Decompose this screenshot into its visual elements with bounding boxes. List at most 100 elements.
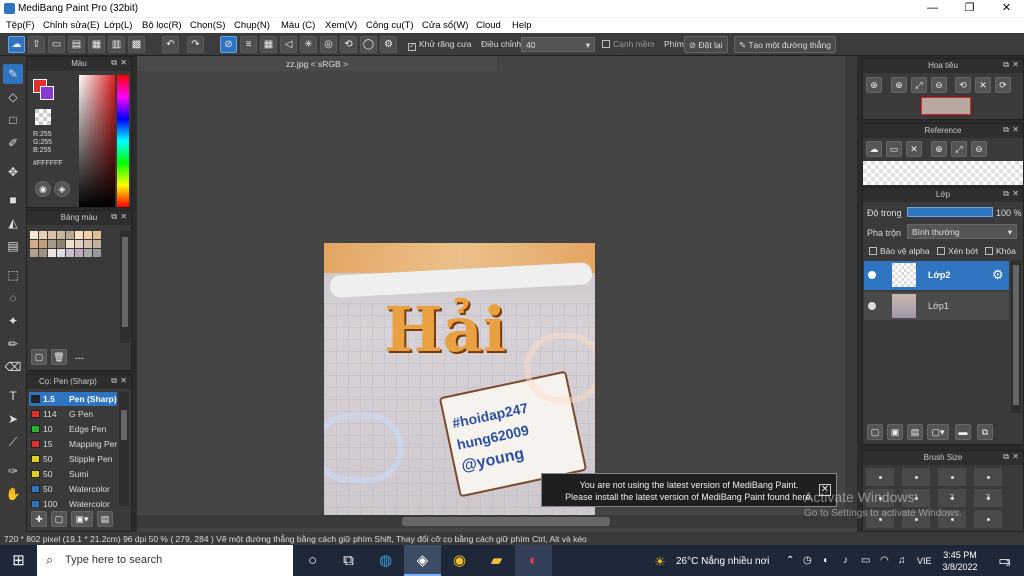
new-layer-icon[interactable]: ▢ — [867, 424, 883, 440]
language-indicator[interactable]: VIE — [917, 556, 932, 566]
notification-icon[interactable]: ▭ — [986, 545, 1023, 576]
zoom-out-icon[interactable]: ⊖ — [931, 77, 947, 93]
color-swatch[interactable] — [84, 249, 92, 257]
hue-slider[interactable] — [117, 75, 129, 207]
transparent-swatch[interactable] — [35, 109, 51, 125]
color-swatch[interactable] — [39, 240, 47, 248]
color-swatch[interactable] — [48, 231, 56, 239]
grid-icon[interactable]: ▩ — [128, 36, 145, 53]
float-icon[interactable]: ⧉ — [111, 376, 117, 386]
color-swatch[interactable] — [57, 231, 65, 239]
zoom-out-icon[interactable]: ⊖ — [971, 141, 987, 157]
zoom-in-icon[interactable]: ⊕ — [866, 77, 882, 93]
float-icon[interactable]: ⧉ — [1003, 452, 1009, 462]
menu-file[interactable]: Tệp(F) — [6, 20, 35, 31]
brush-size-cell[interactable] — [937, 467, 967, 487]
color-swatch[interactable] — [84, 231, 92, 239]
reference-area[interactable] — [863, 161, 1023, 185]
color-settings-icon[interactable]: ◈ — [54, 181, 70, 197]
float-icon[interactable]: ⧉ — [1003, 60, 1009, 70]
float-icon[interactable]: ⧉ — [111, 212, 117, 222]
tray-chevron-icon[interactable]: ⌃ — [786, 555, 794, 566]
comment-icon[interactable]: ▭ — [48, 36, 65, 53]
brush-menu-icon[interactable]: ▣▾ — [71, 511, 93, 527]
file-explorer-icon[interactable]: ▰ — [478, 545, 515, 576]
brush-size-cell[interactable] — [973, 467, 1003, 487]
color-swatch[interactable] — [48, 249, 56, 257]
brush-tool-icon[interactable]: ✎ — [3, 64, 23, 84]
eraser-tool-icon[interactable]: ◇ — [3, 87, 23, 107]
layout-icon[interactable]: ▥ — [108, 36, 125, 53]
menu-filter[interactable]: Bộ lọc(R) — [142, 20, 182, 31]
divide-tool-icon[interactable]: ⟋ — [3, 432, 23, 452]
color-swatch[interactable] — [30, 249, 38, 257]
saturation-picker[interactable] — [79, 75, 115, 207]
cortana-icon[interactable]: ○ — [294, 545, 331, 576]
battery-icon[interactable]: ▭ — [861, 555, 870, 566]
dot-tool-icon[interactable]: □ — [3, 110, 23, 130]
rotate-right-icon[interactable]: ⟳ — [995, 77, 1011, 93]
navigator-preview[interactable] — [921, 97, 971, 115]
fit-icon[interactable]: ⤢ — [911, 77, 927, 93]
bucket-tool-icon[interactable]: ◭ — [3, 213, 23, 233]
palette-scrollbar[interactable] — [120, 231, 130, 343]
comment-list-icon[interactable]: ▤ — [68, 36, 85, 53]
snap-circle-icon[interactable]: ◎ — [320, 36, 337, 53]
medibang-icon[interactable]: ◈ — [404, 545, 441, 576]
brush-item[interactable]: 15 Mapping Pen — [29, 437, 117, 451]
update-notice[interactable]: You are not using the latest version of … — [541, 473, 837, 507]
color-swatch[interactable] — [75, 240, 83, 248]
adjust-select[interactable]: 40 ▾ — [521, 37, 595, 52]
close-icon[interactable]: ✕ — [120, 212, 127, 221]
menu-edit[interactable]: Chỉnh sửa(E) — [43, 20, 100, 31]
color-swatch[interactable] — [84, 240, 92, 248]
float-icon[interactable]: ⧉ — [1003, 189, 1009, 199]
soft-edge-checkbox[interactable]: Cạnh mềm — [602, 39, 655, 49]
layer-menu-icon[interactable]: ▢▾ — [927, 424, 949, 440]
maximize-button[interactable]: ❐ — [953, 0, 986, 17]
close-icon[interactable]: ✕ — [1012, 125, 1019, 134]
color-swatch[interactable] — [93, 231, 101, 239]
layer-row[interactable]: Lớp1 — [864, 292, 1009, 320]
color-swatch[interactable] — [75, 249, 83, 257]
move-tool-icon[interactable]: ✥ — [3, 162, 23, 182]
brush-item[interactable]: 10 Edge Pen — [29, 422, 117, 436]
zoom-in-2-icon[interactable]: ⊕ — [891, 77, 907, 93]
brush-size-cell[interactable] — [865, 467, 895, 487]
folder-icon[interactable]: ▭ — [886, 141, 902, 157]
color-swatch[interactable] — [39, 231, 47, 239]
magic-wand-icon[interactable]: ✦ — [3, 311, 23, 331]
close-reference-icon[interactable]: ✕ — [906, 141, 922, 157]
color-wheel-icon[interactable]: ◉ — [35, 181, 51, 197]
opacity-slider[interactable] — [907, 207, 993, 217]
lock-checkbox[interactable]: Khóa — [985, 246, 1016, 256]
visibility-eye-icon[interactable] — [868, 302, 876, 310]
menu-color[interactable]: Màu (C) — [281, 20, 315, 31]
color-swatch[interactable] — [75, 231, 83, 239]
antialias-checkbox[interactable]: ✓ Khử răng cưa — [408, 39, 472, 51]
minimize-button[interactable]: — — [916, 0, 949, 17]
brush-item[interactable]: 50 Stipple Pen — [29, 452, 117, 466]
menu-snap[interactable]: Chụp(N) — [234, 20, 270, 31]
folder-icon[interactable]: ▬ — [955, 424, 971, 440]
snap-ellipse-icon[interactable]: ◯ — [360, 36, 377, 53]
mic-icon[interactable]: ♪ — [843, 555, 848, 566]
color-swatch[interactable] — [30, 240, 38, 248]
brush-item[interactable]: 1.5 Pen (Sharp) — [29, 392, 117, 406]
color-swatch[interactable] — [93, 249, 101, 257]
app-badge-icon[interactable]: ◐ — [515, 545, 552, 576]
color-swatch[interactable] — [66, 231, 74, 239]
close-button[interactable]: ✕ — [990, 0, 1023, 17]
brush-size-cell[interactable] — [973, 509, 1003, 529]
select-rect-icon[interactable]: ⬚ — [3, 265, 23, 285]
gear-icon[interactable]: ⚙ — [992, 267, 1004, 283]
color-swatch[interactable] — [57, 249, 65, 257]
snap-curve-icon[interactable]: ⟲ — [340, 36, 357, 53]
layer-row[interactable]: Lớp2 ⚙ — [864, 261, 1009, 290]
text-tool-icon[interactable]: T — [3, 386, 23, 406]
brush-size-cell[interactable] — [901, 467, 931, 487]
close-icon[interactable]: ✕ — [1012, 189, 1019, 198]
float-icon[interactable]: ⧉ — [111, 58, 117, 68]
cloud-icon[interactable]: ☁ — [8, 36, 25, 53]
share-icon[interactable]: ⇪ — [28, 36, 45, 53]
